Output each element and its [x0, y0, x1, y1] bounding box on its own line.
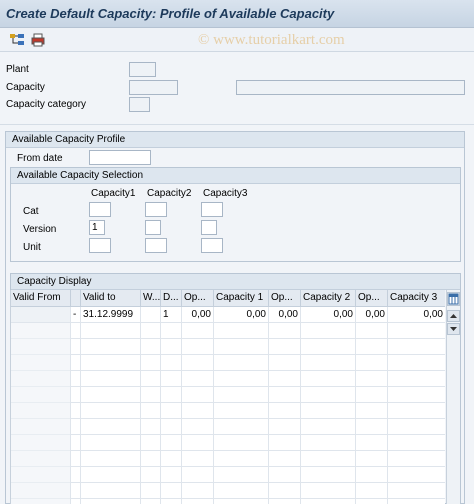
- separator: [0, 124, 474, 125]
- col-w[interactable]: W...: [141, 290, 161, 307]
- cell-d[interactable]: 1: [161, 307, 182, 323]
- cell-dash: -: [71, 307, 81, 323]
- cat-capacity1-field[interactable]: [89, 202, 111, 217]
- unit-label: Unit: [23, 242, 41, 253]
- cell-op-2[interactable]: 0,00: [269, 307, 301, 323]
- col-op-1[interactable]: Op...: [182, 290, 214, 307]
- title-bar: Create Default Capacity: Profile of Avai…: [0, 0, 474, 28]
- version-capacity1-field[interactable]: 1: [89, 220, 105, 235]
- version-capacity2-field[interactable]: [145, 220, 161, 235]
- available-capacity-selection-title: Available Capacity Selection: [11, 168, 460, 184]
- column-capacity2: Capacity2: [147, 188, 192, 199]
- col-op-3[interactable]: Op...: [356, 290, 388, 307]
- from-date-label: From date: [17, 153, 63, 164]
- unit-capacity2-field[interactable]: [145, 238, 167, 253]
- version-capacity3-field[interactable]: [201, 220, 217, 235]
- from-date-field[interactable]: [89, 150, 151, 165]
- col-capacity-1[interactable]: Capacity 1: [214, 290, 269, 307]
- cat-label: Cat: [23, 206, 39, 217]
- capacity-category-field[interactable]: [129, 97, 150, 112]
- capacity-field[interactable]: [129, 80, 178, 95]
- cell-valid-from[interactable]: [11, 307, 71, 323]
- col-op-2[interactable]: Op...: [269, 290, 301, 307]
- column-capacity3: Capacity3: [203, 188, 248, 199]
- capacity-description-field[interactable]: [236, 80, 465, 95]
- unit-capacity3-field[interactable]: [201, 238, 223, 253]
- cell-op-1[interactable]: 0,00: [182, 307, 214, 323]
- cat-capacity3-field[interactable]: [201, 202, 223, 217]
- capacity-table[interactable]: Valid From Valid to W... D... Op... Capa…: [10, 290, 445, 504]
- scroll-down-icon[interactable]: [447, 323, 460, 335]
- capacity-category-label: Capacity category: [6, 99, 87, 110]
- col-d[interactable]: D...: [161, 290, 182, 307]
- cell-w[interactable]: [141, 307, 161, 323]
- column-capacity1: Capacity1: [91, 188, 136, 199]
- application-toolbar: © www.tutorialkart.com: [0, 28, 474, 52]
- scroll-up-icon[interactable]: [447, 310, 460, 322]
- empty-grid-rows: [11, 323, 445, 504]
- col-capacity-2[interactable]: Capacity 2: [301, 290, 356, 307]
- col-valid-to[interactable]: Valid to: [81, 290, 141, 307]
- watermark: © www.tutorialkart.com: [198, 32, 345, 48]
- capacity-display-title: Capacity Display: [11, 274, 460, 290]
- plant-label: Plant: [6, 64, 29, 75]
- cell-capacity-2[interactable]: 0,00: [301, 307, 356, 323]
- cell-valid-to[interactable]: 31.12.9999: [81, 307, 141, 323]
- cat-capacity2-field[interactable]: [145, 202, 167, 217]
- col-valid-from[interactable]: Valid From: [11, 290, 71, 307]
- version-label: Version: [23, 224, 57, 235]
- available-capacity-profile-title: Available Capacity Profile: [6, 132, 464, 148]
- cell-capacity-3[interactable]: 0,00: [388, 307, 445, 323]
- col-capacity-3[interactable]: Capacity 3: [388, 290, 445, 307]
- plant-field[interactable]: [129, 62, 156, 77]
- cell-capacity-1[interactable]: 0,00: [214, 307, 269, 323]
- capacity-label: Capacity: [6, 82, 45, 93]
- col-separator: [71, 290, 81, 307]
- available-capacity-selection-group: Available Capacity Selection: [10, 167, 461, 262]
- unit-capacity1-field[interactable]: [89, 238, 111, 253]
- hierarchy-icon[interactable]: [9, 32, 25, 48]
- printer-icon[interactable]: [30, 32, 46, 48]
- table-vertical-scrollbar[interactable]: [446, 290, 460, 504]
- table-settings-icon[interactable]: [447, 292, 460, 306]
- cell-op-3[interactable]: 0,00: [356, 307, 388, 323]
- window-title: Create Default Capacity: Profile of Avai…: [6, 6, 335, 21]
